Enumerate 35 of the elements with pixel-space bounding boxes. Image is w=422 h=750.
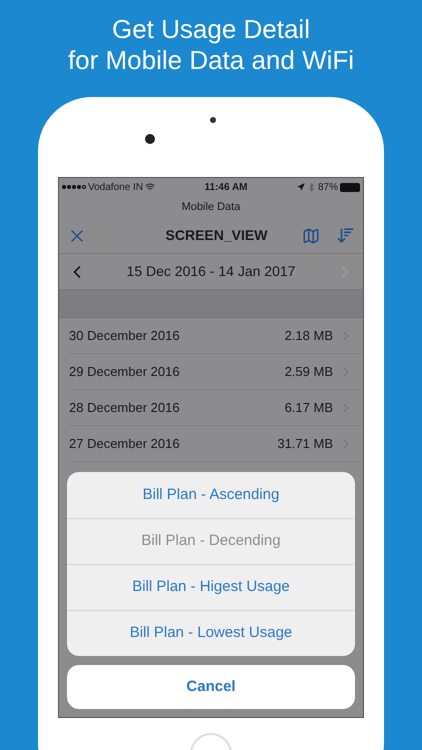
nav-subtitle: Mobile Data: [182, 201, 240, 213]
cancel-button[interactable]: Cancel: [67, 665, 355, 709]
speaker-icon: [210, 117, 216, 123]
usage-row[interactable]: 29 December 2016 2.59 MB: [69, 354, 363, 390]
location-icon: [296, 183, 305, 191]
map-icon: [302, 226, 320, 244]
bluetooth-icon: [306, 182, 316, 192]
headline-text: Get Usage Detail: [112, 14, 310, 45]
headline-text: for Mobile Data and WiFi: [68, 45, 354, 76]
sort-option[interactable]: Bill Plan - Ascending: [67, 472, 355, 518]
date-text: 28 December 2016: [69, 398, 181, 417]
wifi-icon: [145, 182, 156, 192]
battery-icon: [340, 182, 360, 192]
battery-text: 87%: [318, 180, 338, 194]
sort-option[interactable]: Bill Plan - Lowest Usage: [67, 610, 355, 656]
sort-button[interactable]: [336, 226, 355, 245]
time-text: 11:46 AM: [204, 180, 248, 194]
map-button[interactable]: [302, 226, 320, 244]
camera-icon: [145, 134, 155, 144]
sort-icon: [336, 226, 355, 245]
period-label: 15 Dec 2016 - 14 Jan 2017: [126, 262, 296, 281]
date-text: 27 December 2016: [69, 434, 181, 453]
usage-row[interactable]: 30 December 2016 2.18 MB: [69, 318, 363, 354]
usage-text: 31.71 MB: [277, 434, 333, 453]
usage-text: 2.18 MB: [284, 326, 333, 345]
date-text: 30 December 2016: [69, 326, 181, 345]
sort-option[interactable]: Bill Plan - Higest Usage: [67, 564, 355, 610]
usage-text: 2.59 MB: [284, 362, 333, 381]
carrier-text: Vodafone IN: [88, 180, 144, 194]
date-text: 29 December 2016: [69, 362, 181, 381]
usage-row[interactable]: 28 December 2016 6.17 MB: [69, 390, 363, 426]
signal-icon: [62, 185, 86, 189]
usage-row[interactable]: 27 December 2016 31.71 MB: [69, 426, 363, 462]
usage-text: 6.17 MB: [284, 398, 333, 417]
nav-title: SCREEN_VIEW: [164, 226, 268, 245]
